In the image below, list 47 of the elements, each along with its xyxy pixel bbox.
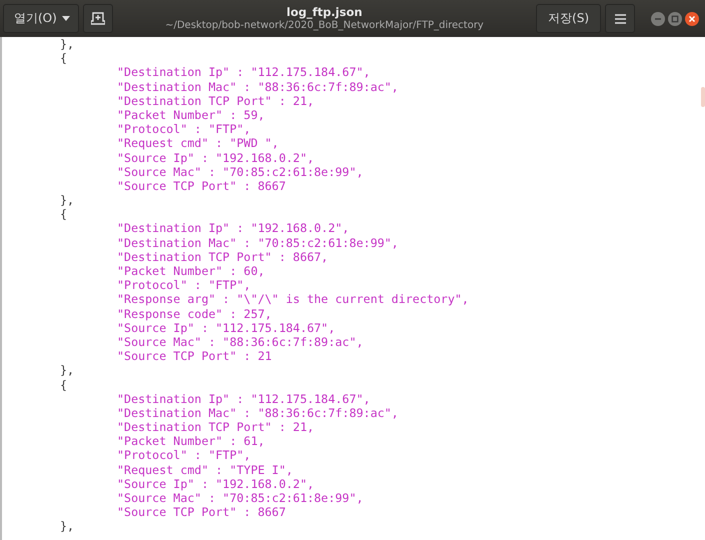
code-line: "Source Ip" : "112.175.184.67", — [117, 320, 336, 335]
code-line: }, — [60, 363, 74, 378]
new-document-icon — [90, 12, 105, 25]
caret-icon — [62, 16, 70, 21]
code-line: }, — [60, 193, 74, 208]
code-line: "Response code" : 257, — [117, 306, 272, 321]
menu-icon — [614, 14, 626, 24]
code-line: "Destination Mac" : "88:36:6c:7f:89:ac", — [117, 80, 398, 94]
code-line: "Request cmd" : "PWD ", — [117, 136, 279, 150]
menu-button[interactable] — [605, 4, 635, 33]
code-line: "Source TCP Port" : 8667 — [117, 505, 286, 520]
minimize-button[interactable] — [651, 12, 665, 26]
code-line: "Destination TCP Port" : 21, — [117, 420, 314, 434]
code-line: "Packet Number" : 60, — [117, 264, 265, 278]
code-line: "Destination TCP Port" : 8667, — [117, 250, 328, 264]
code-line: "Source Mac" : "70:85:c2:61:8e:99", — [117, 491, 364, 506]
file-path: ~/Desktop/bob-network/2020_BoB_NetworkMajor/FTP_directory — [165, 18, 484, 32]
code-line: "Destination Ip" : "192.168.0.2", — [117, 221, 350, 236]
code-line: "Request cmd" : "TYPE I", — [117, 462, 293, 477]
text-editor[interactable] — [0, 37, 705, 540]
code-line: "Destination Mac" : "70:85:c2:61:8e:99", — [117, 236, 398, 250]
code-line: "Destination Ip" : "112.175.184.67", — [117, 392, 370, 406]
code-line: "Protocol" : "FTP", — [117, 448, 251, 463]
code-line: "Source Ip" : "192.168.0.2", — [117, 476, 314, 491]
save-button[interactable]: 저장(S) — [536, 4, 601, 33]
code-line: "Response arg" : "\"/\" is the current directory", — [117, 292, 469, 307]
code-line: "Source Mac" : "88:36:6c:7f:89:ac", — [117, 334, 364, 350]
code-line: { — [60, 378, 68, 392]
code-line: "Protocol" : "FTP", — [117, 278, 251, 292]
code-line: { — [60, 207, 68, 222]
code-line: "Source TCP Port" : 8667 — [117, 178, 286, 194]
code-line: "Packet Number" : 59, — [117, 108, 265, 122]
code-line: "Destination Ip" : "112.175.184.67", — [117, 65, 370, 80]
code-line: "Protocol" : "FTP", — [117, 122, 251, 136]
close-button[interactable] — [685, 12, 699, 26]
code-line: "Destination Mac" : "88:36:6c:7f:89:ac", — [117, 406, 398, 420]
open-button[interactable]: 열기(O) — [3, 4, 79, 33]
code-line: "Destination TCP Port" : 21, — [117, 94, 314, 108]
code-line: "Packet Number" : 61, — [117, 434, 265, 448]
code-line: "Source TCP Port" : 21 — [117, 349, 272, 364]
code-line: }, — [60, 37, 74, 52]
window-title: log_ftp.json — [286, 6, 362, 18]
new-tab-button[interactable] — [82, 4, 113, 33]
code-line: "Source Ip" : "192.168.0.2", — [117, 150, 314, 165]
code-line: "Source Mac" : "70:85:c2:61:8e:99", — [117, 164, 364, 179]
code-line: }, — [60, 519, 74, 534]
code-line: { — [60, 51, 68, 66]
